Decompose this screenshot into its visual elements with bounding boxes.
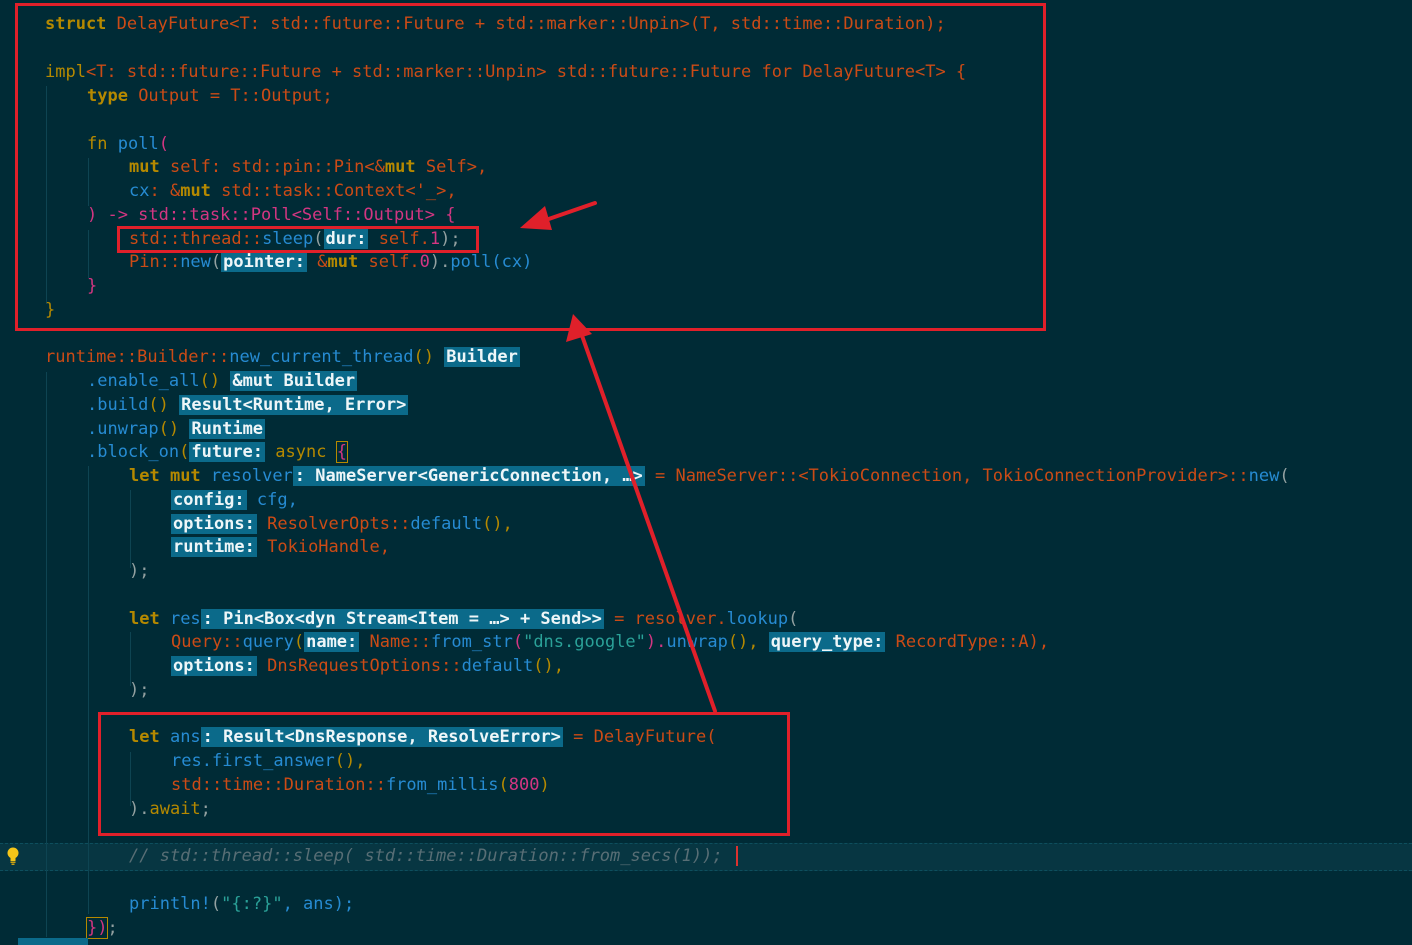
paren: ( bbox=[788, 609, 799, 629]
paren: ( bbox=[179, 442, 190, 462]
code-line: ); bbox=[129, 678, 149, 702]
code-line: options: DnsRequestOptions::default(), bbox=[171, 654, 564, 678]
inlay-hint: config: bbox=[171, 490, 247, 510]
paren: () bbox=[413, 347, 434, 367]
function-name: .enable_all bbox=[87, 371, 200, 391]
brace: }) bbox=[85, 917, 109, 939]
code-text: ; bbox=[107, 918, 118, 938]
annotation-box-impl bbox=[15, 3, 1046, 331]
paren: ( bbox=[512, 632, 524, 652]
inlay-hint: : Pin<Box<dyn Stream<Item = …> + Send>> bbox=[200, 609, 604, 629]
code-text: (), bbox=[482, 514, 513, 534]
inlay-hint: query_type: bbox=[768, 632, 886, 652]
function-name: .unwrap bbox=[87, 419, 159, 439]
code-line: ); bbox=[129, 559, 149, 583]
code-line: // std::thread::sleep( std::time::Durati… bbox=[129, 844, 723, 868]
inlay-hint: Runtime bbox=[189, 419, 266, 439]
code-line: options: ResolverOpts::default(), bbox=[171, 512, 513, 536]
paren: ( bbox=[293, 632, 305, 652]
code-text: ). bbox=[645, 632, 667, 652]
function-name: new_current_thread bbox=[229, 347, 414, 367]
inlay-hint: options: bbox=[171, 514, 257, 534]
indent-guide bbox=[88, 466, 89, 914]
string-literal: "dns.google" bbox=[523, 632, 646, 652]
code-line: .block_on(future: async { bbox=[87, 440, 348, 464]
code-text: ); bbox=[129, 561, 150, 581]
function-name: .build bbox=[87, 395, 149, 415]
code-text: RecordType::A), bbox=[885, 632, 1050, 652]
paren: () bbox=[148, 395, 169, 415]
function-name: lookup bbox=[726, 609, 789, 629]
indent-guide bbox=[130, 490, 131, 568]
code-line: .build() Result<Runtime, Error> bbox=[87, 393, 409, 417]
code-text: Query:: bbox=[171, 632, 243, 652]
status-indicator bbox=[18, 938, 88, 945]
inlay-hint: Result<Runtime, Error> bbox=[179, 395, 409, 415]
code-line: .enable_all() &mut Builder bbox=[87, 369, 358, 393]
code-line: }); bbox=[85, 916, 118, 940]
code-line: runtime: TokioHandle, bbox=[171, 535, 390, 559]
paren: ( bbox=[1279, 466, 1290, 486]
code-line: let mut resolver: NameServer<GenericConn… bbox=[129, 464, 1290, 488]
inlay-hint: : NameServer<GenericConnection, …> bbox=[292, 466, 645, 486]
code-line: runtime::Builder::new_current_thread() B… bbox=[45, 345, 520, 369]
code-text: Name:: bbox=[359, 632, 431, 652]
variable: resolver bbox=[200, 466, 293, 486]
code-line: config: cfg, bbox=[171, 488, 298, 512]
code-text: DnsRequestOptions:: bbox=[256, 656, 462, 676]
function-name: query bbox=[242, 632, 294, 652]
annotation-box-sleep bbox=[117, 226, 479, 253]
paren: () bbox=[158, 419, 180, 439]
inlay-hint: future: bbox=[189, 442, 266, 462]
code-text: runtime::Builder:: bbox=[45, 347, 230, 367]
code-line: let res: Pin<Box<dyn Stream<Item = …> + … bbox=[129, 607, 798, 631]
code-line: .unwrap() Runtime bbox=[87, 417, 266, 441]
code-text: ResolverOpts:: bbox=[256, 514, 411, 534]
annotation-box-delayfuture bbox=[98, 712, 790, 836]
inlay-hint: runtime: bbox=[171, 537, 257, 557]
code-line: Query::query(name: Name::from_str("dns.g… bbox=[171, 630, 1049, 654]
keyword: async bbox=[265, 442, 337, 462]
function-name: unwrap bbox=[666, 632, 728, 652]
variable: res bbox=[159, 609, 201, 629]
code-text: (), bbox=[533, 656, 564, 676]
inlay-hint: options: bbox=[171, 656, 257, 676]
code-editor[interactable]: struct DelayFuture<T: std::future::Futur… bbox=[0, 0, 1412, 945]
keyword: mut bbox=[159, 466, 201, 486]
indent-guide bbox=[46, 372, 47, 937]
code-text: ); bbox=[129, 680, 150, 700]
code-text: TokioHandle, bbox=[256, 537, 390, 557]
lightbulb-icon[interactable] bbox=[5, 846, 21, 866]
brace: { bbox=[335, 441, 348, 463]
inlay-hint: Builder bbox=[444, 347, 520, 367]
code-text: = NameServer::<TokioConnection, TokioCon… bbox=[644, 466, 1249, 486]
function-name: from_str bbox=[430, 632, 513, 652]
function-name: default bbox=[461, 656, 534, 676]
paren: ( bbox=[210, 894, 222, 914]
code-text: , ans); bbox=[282, 894, 355, 914]
paren: () bbox=[199, 371, 221, 391]
code-line: println!("{:?}", ans); bbox=[129, 892, 354, 916]
comment: // std::thread::sleep( std::time::Durati… bbox=[129, 846, 723, 866]
inlay-hint: &mut Builder bbox=[230, 371, 358, 391]
function-name: default bbox=[410, 514, 483, 534]
function-name: .block_on bbox=[87, 442, 180, 462]
function-name: new bbox=[1248, 466, 1280, 486]
code-text: = resolver. bbox=[603, 609, 727, 629]
macro-name: println! bbox=[129, 894, 211, 914]
string-literal: "{:?}" bbox=[221, 894, 283, 914]
code-text: cfg, bbox=[246, 490, 298, 510]
code-text: (), bbox=[727, 632, 769, 652]
inlay-hint: name: bbox=[304, 632, 360, 652]
text-cursor bbox=[736, 846, 738, 866]
keyword: let bbox=[129, 609, 160, 629]
keyword: let bbox=[129, 466, 160, 486]
